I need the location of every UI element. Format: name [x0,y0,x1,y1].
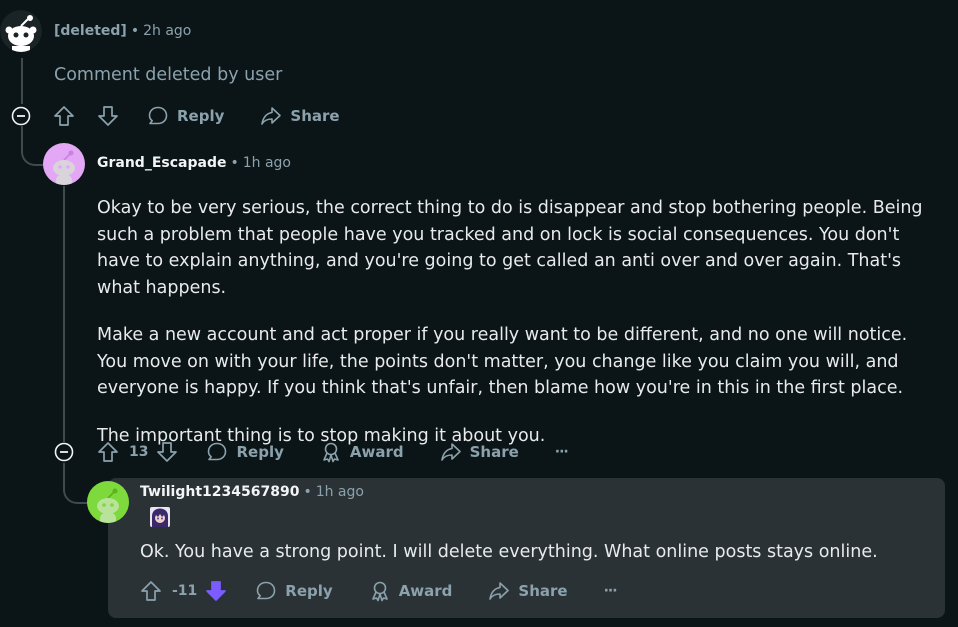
reply-label: Reply [236,443,284,461]
grand-action-bar: 13 Reply Award Share ··· [97,438,569,466]
reply-icon [208,442,227,461]
author-name[interactable]: [deleted] [54,23,127,39]
award-label: Award [398,582,453,600]
award-icon [323,442,339,463]
user-flair-emoji [150,507,170,527]
reply-button[interactable]: Reply [147,105,224,127]
collapse-button[interactable] [11,106,31,126]
reply-button[interactable]: Reply [206,441,284,463]
more-icon: ··· [554,444,569,460]
timestamp[interactable]: 2h ago [143,23,191,39]
reply-button[interactable]: Reply [255,580,333,602]
author-name[interactable]: Grand_Escapade [97,155,226,171]
downvote-icon [98,106,118,126]
upvote-icon [98,442,118,462]
share-label: Share [518,582,568,600]
more-options-button[interactable]: ··· [554,444,569,460]
upvote-icon [54,106,74,126]
upvote-button[interactable] [53,105,75,127]
share-label: Share [290,107,340,125]
share-icon [261,107,282,125]
deleted-meta: [deleted] • 2h ago [54,23,192,39]
award-button[interactable]: Award [320,441,404,463]
upvote-button[interactable] [140,580,162,602]
collapse-icon [11,106,31,126]
grand-meta: Grand_Escapade • 1h ago [97,155,291,171]
award-label: Award [349,443,404,461]
reply-label: Reply [177,107,225,125]
anime-character-icon [150,507,170,527]
share-icon [489,582,510,600]
timestamp[interactable]: 1h ago [316,484,364,500]
twilight-comment-body: Ok. You have a strong point. I will dele… [140,542,878,562]
downvote-button[interactable] [97,105,119,127]
award-icon [371,581,388,602]
deleted-avatar[interactable] [0,10,42,52]
reddit-snoo-icon [0,10,42,52]
share-button[interactable]: Share [488,580,568,602]
share-icon [440,443,461,461]
reddit-snoo-icon [53,150,75,185]
collapse-button[interactable] [54,442,74,462]
deleted-message: Comment deleted by user [54,65,283,85]
deleted-action-bar: Reply Share [53,102,340,130]
comment-paragraph: Make a new account and act proper if you… [97,325,908,398]
twilight-action-bar: -11 Reply Award Share ··· [140,577,618,605]
more-icon: ··· [603,583,618,599]
award-button[interactable]: Award [369,580,453,602]
downvote-icon [157,442,178,462]
vote-score: -11 [172,583,198,599]
twilight-avatar[interactable] [87,481,129,523]
grand-avatar[interactable] [43,143,85,185]
share-label: Share [469,443,519,461]
upvote-icon [141,581,161,601]
upvote-button[interactable] [97,441,119,463]
reply-label: Reply [285,582,333,600]
timestamp[interactable]: 1h ago [243,155,291,171]
share-button[interactable]: Share [260,105,340,127]
share-button[interactable]: Share [440,441,519,463]
grand-comment-body: Okay to be very serious, the correct thi… [97,195,937,470]
reply-icon [256,581,276,600]
collapse-icon [54,442,74,462]
more-options-button[interactable]: ··· [603,583,618,599]
downvote-button[interactable] [156,441,178,463]
reply-icon [148,106,168,125]
twilight-meta: Twilight1234567890 • 1h ago [140,484,364,500]
downvote-icon [206,581,227,601]
downvote-button-active[interactable] [205,580,227,602]
vote-score: 13 [129,444,149,460]
comment-paragraph: Okay to be very serious, the correct thi… [97,198,923,298]
reddit-snoo-icon [97,488,119,523]
author-name[interactable]: Twilight1234567890 [140,484,299,500]
